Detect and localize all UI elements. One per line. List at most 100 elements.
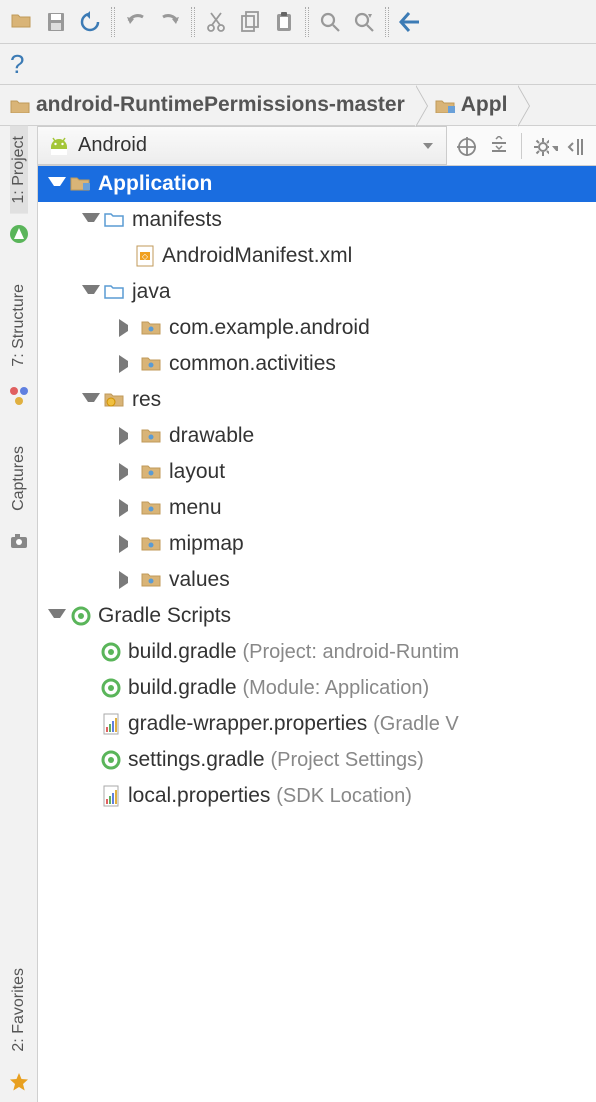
tree-node-gradle-file[interactable]: build.gradle (Module: Application): [38, 670, 596, 706]
module-folder-icon: [70, 173, 92, 195]
gradle-icon: [100, 641, 122, 663]
expand-arrow-icon[interactable]: [119, 535, 137, 553]
save-button[interactable]: [40, 6, 72, 38]
expand-arrow-icon[interactable]: [82, 213, 100, 231]
copy-button[interactable]: [234, 6, 266, 38]
tab-captures[interactable]: Captures: [10, 436, 28, 521]
expand-arrow-icon[interactable]: [119, 319, 137, 337]
replace-button[interactable]: [348, 6, 380, 38]
tree-node-package[interactable]: com.example.android: [38, 310, 596, 346]
expand-arrow-icon[interactable]: [48, 177, 66, 195]
tree-label: build.gradle: [128, 676, 237, 700]
breadcrumb-label: android-RuntimePermissions-master: [36, 93, 405, 117]
gradle-icon: [100, 749, 122, 771]
toolbar-separator: [111, 7, 115, 37]
collapse-all-button[interactable]: [485, 133, 511, 159]
xml-file-icon: [134, 245, 156, 267]
toolbar-separator: [191, 7, 195, 37]
expand-arrow-icon[interactable]: [119, 571, 137, 589]
tree-node-manifest-file[interactable]: AndroidManifest.xml: [38, 238, 596, 274]
tab-structure[interactable]: 7: Structure: [10, 274, 28, 377]
tree-node-res-sub[interactable]: layout: [38, 454, 596, 490]
tree-node-res[interactable]: res: [38, 382, 596, 418]
resource-folder-icon: [141, 569, 163, 591]
structure-icon: [7, 384, 31, 408]
tree-node-package[interactable]: common.activities: [38, 346, 596, 382]
toolbar-separator: [305, 7, 309, 37]
expand-arrow-icon[interactable]: [119, 499, 137, 517]
expand-arrow-icon[interactable]: [82, 285, 100, 303]
project-view-selector[interactable]: Android: [38, 126, 447, 165]
redo-button[interactable]: [154, 6, 186, 38]
tab-project[interactable]: 1: Project: [10, 126, 28, 214]
tree-node-gradle-file[interactable]: build.gradle (Project: android-Runtim: [38, 634, 596, 670]
tree-node-res-sub[interactable]: drawable: [38, 418, 596, 454]
tree-node-properties-file[interactable]: local.properties (SDK Location): [38, 778, 596, 814]
resource-folder-icon: [141, 425, 163, 447]
tree-node-res-sub[interactable]: values: [38, 562, 596, 598]
resource-folder-icon: [141, 497, 163, 519]
folder-icon: [10, 97, 30, 113]
tab-label: 7: Structure: [10, 284, 28, 367]
help-icon[interactable]: ?: [10, 49, 24, 80]
tab-label: 2: Favorites: [10, 968, 28, 1052]
tree-node-application[interactable]: Application: [38, 166, 596, 202]
breadcrumb-item-root[interactable]: android-RuntimePermissions-master: [0, 85, 415, 125]
expand-arrow-icon[interactable]: [82, 393, 100, 411]
tree-node-manifests[interactable]: manifests: [38, 202, 596, 238]
expand-arrow-icon[interactable]: [48, 609, 66, 627]
sync-button[interactable]: [74, 6, 106, 38]
tree-label: Application: [98, 172, 212, 196]
tab-label: 1: Project: [10, 136, 28, 204]
tree-node-java[interactable]: java: [38, 274, 596, 310]
breadcrumb-label: Appl: [461, 93, 508, 117]
android-head-icon: [48, 135, 70, 157]
package-folder-icon: [141, 353, 163, 375]
tree-hint: (Project Settings): [270, 749, 423, 772]
expand-arrow-icon[interactable]: [119, 463, 137, 481]
tree-label: drawable: [169, 424, 254, 448]
project-tree[interactable]: Application manifests AndroidManifest.xm…: [38, 166, 596, 1102]
tree-node-gradle-scripts[interactable]: Gradle Scripts: [38, 598, 596, 634]
find-button[interactable]: [314, 6, 346, 38]
tree-label: res: [132, 388, 161, 412]
tree-hint: (Project: android-Runtim: [242, 641, 459, 664]
properties-file-icon: [100, 785, 122, 807]
android-studio-icon: [7, 222, 31, 246]
tree-node-res-sub[interactable]: menu: [38, 490, 596, 526]
open-button[interactable]: [6, 6, 38, 38]
tree-label: common.activities: [169, 352, 336, 376]
properties-file-icon: [100, 713, 122, 735]
module-folder-icon: [435, 97, 455, 113]
tree-hint: (SDK Location): [276, 785, 412, 808]
tree-node-res-sub[interactable]: mipmap: [38, 526, 596, 562]
resource-folder-icon: [141, 533, 163, 555]
expand-arrow-icon[interactable]: [119, 427, 137, 445]
settings-button[interactable]: [532, 133, 558, 159]
tree-label: settings.gradle: [128, 748, 265, 772]
resource-folder-icon: [141, 461, 163, 483]
tree-label: values: [169, 568, 230, 592]
main-toolbar: [0, 0, 596, 44]
camera-icon: [7, 529, 31, 553]
hide-panel-button[interactable]: [564, 133, 590, 159]
back-button[interactable]: [394, 6, 426, 38]
expand-arrow-icon[interactable]: [119, 355, 137, 373]
folder-outline-icon: [104, 209, 126, 231]
tree-hint: (Module: Application): [242, 677, 429, 700]
tree-label: build.gradle: [128, 640, 237, 664]
header-separator: [521, 133, 522, 159]
tab-favorites[interactable]: 2: Favorites: [10, 958, 28, 1062]
tree-label: com.example.android: [169, 316, 370, 340]
paste-button[interactable]: [268, 6, 300, 38]
help-row: ?: [0, 44, 596, 84]
project-panel-header: Android: [38, 126, 596, 166]
tree-node-properties-file[interactable]: gradle-wrapper.properties (Gradle V: [38, 706, 596, 742]
tree-node-gradle-file[interactable]: settings.gradle (Project Settings): [38, 742, 596, 778]
undo-button[interactable]: [120, 6, 152, 38]
cut-button[interactable]: [200, 6, 232, 38]
left-tool-strip: 1: Project 7: Structure Captures 2: Favo…: [0, 126, 38, 1102]
breadcrumb-item-module[interactable]: Appl: [415, 85, 518, 125]
scroll-to-source-button[interactable]: [453, 133, 479, 159]
gradle-icon: [70, 605, 92, 627]
